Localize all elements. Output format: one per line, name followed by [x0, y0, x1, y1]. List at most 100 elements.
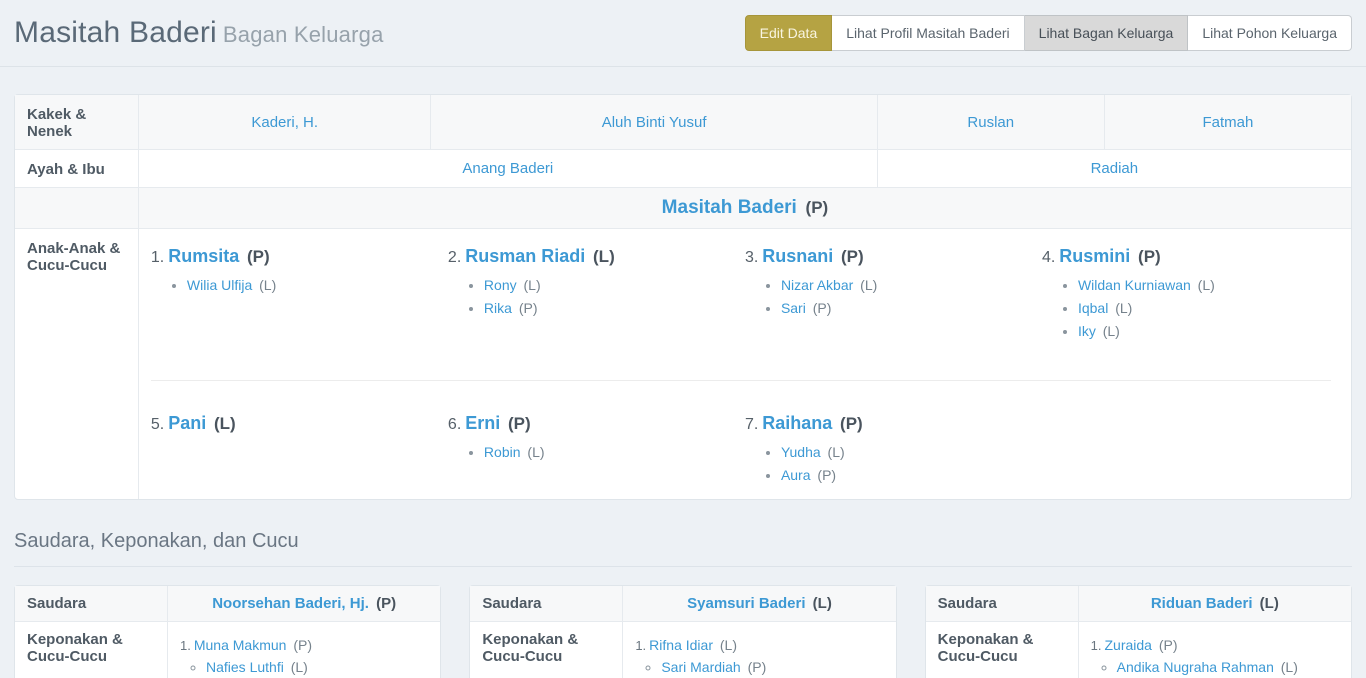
- grandchild-link[interactable]: Iky: [1078, 323, 1096, 339]
- sibling-name-cell: Noorsehan Baderi, Hj. (P): [167, 586, 440, 621]
- nephew-child-link[interactable]: Nafies Luthfi: [206, 659, 284, 675]
- child-link[interactable]: Rusman Riadi: [465, 246, 585, 266]
- children-cell: 1.Rumsita (P) Wilia Ulfija (L) 2.Rusman …: [138, 228, 1351, 499]
- child-number: 1.: [151, 249, 164, 266]
- view-tree-button[interactable]: Lihat Pohon Keluarga: [1188, 15, 1352, 51]
- child-number: 7.: [745, 416, 758, 433]
- sibling-table-1: Saudara Noorsehan Baderi, Hj. (P) Kepona…: [14, 585, 441, 678]
- sibling-link[interactable]: Noorsehan Baderi, Hj.: [212, 595, 369, 612]
- nephew-gender: (L): [716, 637, 737, 653]
- child-entry: 6.Erni (P) Robin (L): [448, 405, 745, 467]
- nephews-row: Keponakan & Cucu-Cucu 1.Rifna Idiar (L) …: [470, 621, 895, 678]
- nephew-child-gender: (L): [287, 659, 308, 675]
- grandchild-item: Yudha (L): [781, 444, 1032, 460]
- child-gender: (L): [209, 414, 235, 433]
- grandchild-item: Sari (P): [781, 300, 1032, 316]
- nephew-child-link[interactable]: Sari Mardiah: [661, 659, 740, 675]
- father-link[interactable]: Anang Baderi: [462, 160, 553, 177]
- grandchild-gender: (P): [814, 467, 837, 483]
- nephews-cell: 1.Zuraida (P) Andika Nugraha Rahman (L): [1078, 621, 1351, 678]
- grandparent-link[interactable]: Kaderi, H.: [251, 114, 318, 131]
- grandchild-gender: (L): [1111, 300, 1132, 316]
- grandchild-link[interactable]: Wilia Ulfija: [187, 277, 252, 293]
- view-profile-button[interactable]: Lihat Profil Masitah Baderi: [832, 15, 1024, 51]
- sibling-header-row: Saudara Syamsuri Baderi (L): [470, 586, 895, 621]
- grandchild-link[interactable]: Yudha: [781, 444, 821, 460]
- nephew-link[interactable]: Muna Makmun: [194, 637, 287, 653]
- page-header: Masitah BaderiBagan Keluarga Edit Data L…: [0, 0, 1366, 67]
- nephews-label: Keponakan & Cucu-Cucu: [470, 621, 622, 678]
- grandchild-item: Rony (L): [484, 277, 735, 293]
- grandparent-link[interactable]: Ruslan: [967, 114, 1014, 131]
- grandchild-link[interactable]: Nizar Akbar: [781, 277, 853, 293]
- child-link[interactable]: Erni: [465, 413, 500, 433]
- sibling-link[interactable]: Riduan Baderi: [1151, 595, 1253, 612]
- grandchild-link[interactable]: Wildan Kurniawan: [1078, 277, 1191, 293]
- mother-link[interactable]: Radiah: [1091, 160, 1139, 177]
- grandparent-cell: Kaderi, H.: [138, 95, 431, 149]
- page-subtitle: Bagan Keluarga: [223, 22, 384, 47]
- sibling-label: Saudara: [926, 586, 1078, 621]
- nephew-children-list: Andika Nugraha Rahman (L): [1117, 659, 1339, 675]
- grandchild-item: Wilia Ulfija (L): [187, 277, 438, 293]
- grandchild-gender: (P): [515, 300, 538, 316]
- nephews-row: Keponakan & Cucu-Cucu 1.Zuraida (P) Andi…: [926, 621, 1351, 678]
- child-gender: (L): [588, 247, 614, 266]
- sibling-name-cell: Riduan Baderi (L): [1078, 586, 1351, 621]
- grandchildren-list: Nizar Akbar (L) Sari (P): [781, 277, 1032, 316]
- grandchild-link[interactable]: Iqbal: [1078, 300, 1108, 316]
- person-row: Masitah Baderi (P): [15, 187, 1351, 228]
- nephew-gender: (P): [1155, 637, 1178, 653]
- grandchild-gender: (P): [809, 300, 832, 316]
- grandchildren-list: Yudha (L) Aura (P): [781, 444, 1032, 483]
- sibling-link[interactable]: Syamsuri Baderi: [687, 595, 805, 612]
- nephew-entry: 1.Zuraida (P) Andika Nugraha Rahman (L): [1091, 637, 1339, 675]
- nephew-child-item: Andika Nugraha Rahman (L): [1117, 659, 1339, 675]
- nephew-number: 1.: [180, 638, 191, 653]
- sibling-label: Saudara: [470, 586, 622, 621]
- nephew-number: 1.: [1091, 638, 1102, 653]
- view-chart-button[interactable]: Lihat Bagan Keluarga: [1025, 15, 1189, 51]
- nephew-number: 1.: [635, 638, 646, 653]
- nephews-row: Keponakan & Cucu-Cucu 1.Muna Makmun (P) …: [15, 621, 440, 678]
- grandparent-link[interactable]: Fatmah: [1202, 114, 1253, 131]
- nephew-children-list: Nafies Luthfi (L): [206, 659, 428, 675]
- grandchild-link[interactable]: Sari: [781, 300, 806, 316]
- grandchild-item: Robin (L): [484, 444, 735, 460]
- child-link[interactable]: Rusmini: [1059, 246, 1130, 266]
- sibling-gender: (L): [1256, 595, 1279, 612]
- grandparent-link[interactable]: Aluh Binti Yusuf: [602, 114, 707, 131]
- nephew-child-link[interactable]: Andika Nugraha Rahman: [1117, 659, 1274, 675]
- person-gender: (P): [801, 198, 828, 217]
- grandchild-gender: (L): [1194, 277, 1215, 293]
- sibling-name-cell: Syamsuri Baderi (L): [622, 586, 895, 621]
- nephew-link[interactable]: Rifna Idiar: [649, 637, 713, 653]
- main-content: Kakek & Nenek Kaderi, H. Aluh Binti Yusu…: [0, 94, 1366, 678]
- grandchild-item: Rika (P): [484, 300, 735, 316]
- child-entry: 5.Pani (L): [151, 405, 448, 434]
- grandparent-cell: Ruslan: [877, 95, 1104, 149]
- children-row-divider: [151, 380, 1331, 381]
- grandchild-item: Wildan Kurniawan (L): [1078, 277, 1329, 293]
- nephew-link[interactable]: Zuraida: [1105, 637, 1152, 653]
- grandparents-label: Kakek & Nenek: [15, 95, 138, 149]
- grandchildren-list: Wildan Kurniawan (L) Iqbal (L) Iky (L): [1078, 277, 1329, 339]
- grandchild-item: Nizar Akbar (L): [781, 277, 1032, 293]
- child-gender: (P): [1133, 247, 1160, 266]
- grandchild-link[interactable]: Aura: [781, 467, 811, 483]
- grandchild-link[interactable]: Robin: [484, 444, 521, 460]
- person-link[interactable]: Masitah Baderi: [662, 197, 797, 218]
- child-link[interactable]: Raihana: [762, 413, 832, 433]
- child-link[interactable]: Pani: [168, 413, 206, 433]
- child-entry: 4.Rusmini (P) Wildan Kurniawan (L) Iqbal…: [1042, 238, 1339, 346]
- sibling-header-row: Saudara Noorsehan Baderi, Hj. (P): [15, 586, 440, 621]
- edit-data-button[interactable]: Edit Data: [745, 15, 833, 51]
- grandchildren-list: Rony (L) Rika (P): [484, 277, 735, 316]
- grandchild-link[interactable]: Rika: [484, 300, 512, 316]
- person-title: Masitah Baderi: [14, 16, 217, 49]
- child-link[interactable]: Rumsita: [168, 246, 239, 266]
- nephew-children-list: Sari Mardiah (P): [661, 659, 883, 675]
- child-number: 2.: [448, 249, 461, 266]
- child-link[interactable]: Rusnani: [762, 246, 833, 266]
- grandchild-link[interactable]: Rony: [484, 277, 517, 293]
